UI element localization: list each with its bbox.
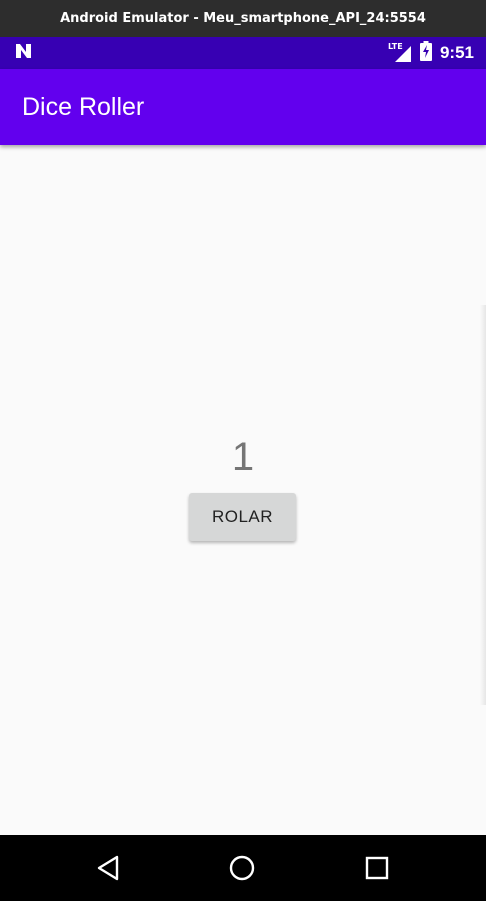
app-title: Dice Roller [22,92,145,121]
battery-charging-icon [419,41,432,65]
recents-icon[interactable] [361,852,393,884]
lte-signal-icon: LTE [388,42,412,63]
roll-button[interactable]: ROLAR [189,493,296,541]
status-bar: LTE 9:51 [0,37,486,69]
dice-result: 1 [231,435,255,479]
main-content: 1 ROLAR [0,145,486,835]
window-title: Android Emulator - Meu_smartphone_API_24… [60,11,426,26]
app-bar: Dice Roller [0,69,486,145]
home-icon[interactable] [226,852,258,884]
window-titlebar: Android Emulator - Meu_smartphone_API_24… [0,0,486,37]
back-icon[interactable] [92,852,124,884]
status-right: LTE 9:51 [388,41,474,65]
edge-shadow [480,305,486,705]
navigation-bar [0,835,486,901]
android-n-icon [14,43,34,63]
status-clock: 9:51 [439,43,474,62]
status-left [14,43,34,63]
